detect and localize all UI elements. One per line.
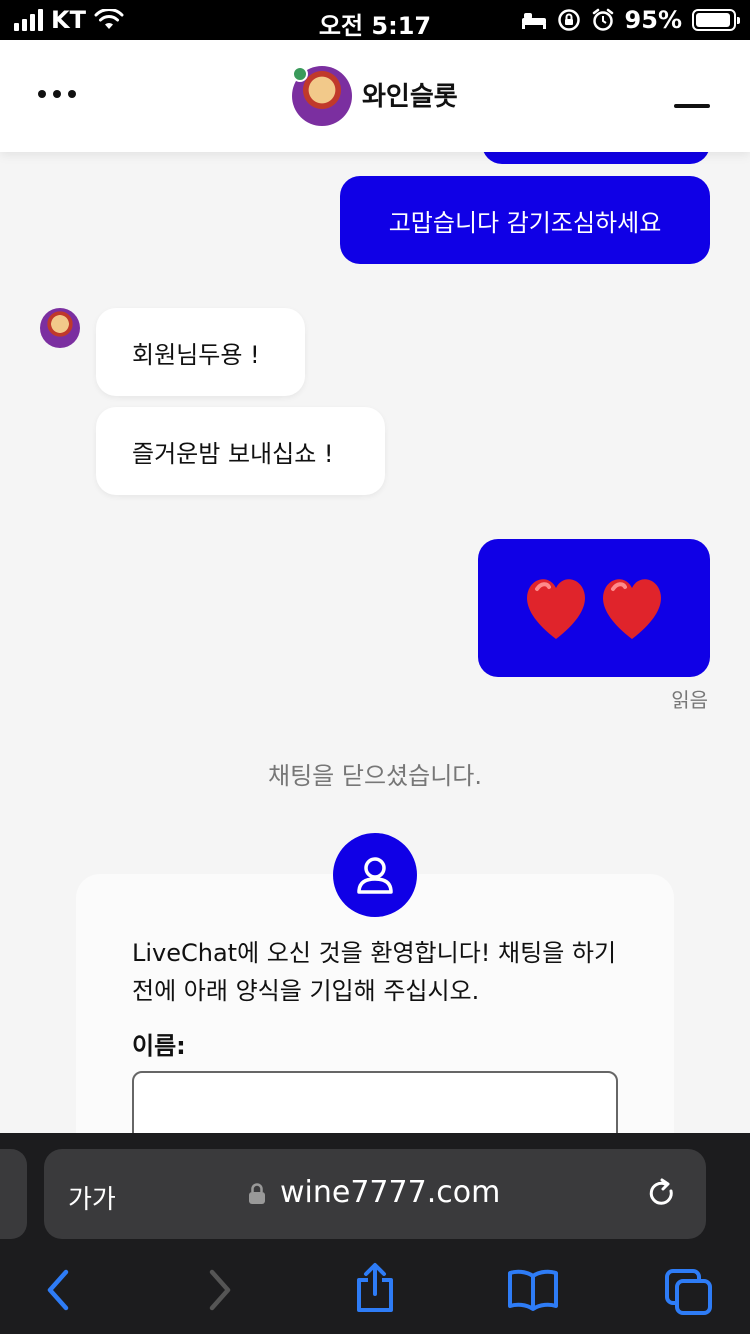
back-icon[interactable] bbox=[38, 1268, 82, 1312]
read-receipt: 읽음 bbox=[671, 688, 708, 712]
agent-avatar-small bbox=[40, 308, 80, 348]
minimize-icon[interactable] bbox=[674, 104, 710, 108]
address-bar[interactable]: 가가 wine7777.com bbox=[44, 1149, 706, 1239]
text-size-button[interactable]: 가가 bbox=[68, 1179, 116, 1216]
outgoing-message: 고맙습니다 감기조심하세요 bbox=[340, 176, 710, 264]
status-right: 95% bbox=[521, 6, 740, 34]
battery-fill bbox=[696, 13, 731, 27]
battery-icon bbox=[692, 9, 740, 31]
battery-percent: 95% bbox=[624, 6, 682, 34]
alarm-icon bbox=[592, 8, 613, 31]
lock-icon bbox=[249, 1183, 265, 1204]
url-text: wine7777.com bbox=[280, 1175, 501, 1210]
incoming-message: 회원님두용 ! bbox=[96, 308, 305, 396]
message-text: 즐거운밤 보내십쇼 ! bbox=[132, 439, 334, 468]
bed-icon bbox=[521, 13, 546, 29]
outgoing-emoji-message bbox=[478, 539, 710, 677]
user-icon bbox=[333, 833, 417, 917]
previous-tab-preview[interactable] bbox=[0, 1149, 27, 1239]
message-text: 회원님두용 ! bbox=[132, 340, 260, 369]
name-label: 이름: bbox=[132, 1032, 186, 1060]
status-bar: KT 오전 5:17 95% bbox=[0, 0, 750, 40]
tabs-icon[interactable] bbox=[664, 1268, 714, 1316]
rotation-lock-icon bbox=[557, 9, 580, 31]
welcome-text: LiveChat에 오신 것을 환영합니다! 채팅을 하기 전에 아래 양식을 … bbox=[132, 939, 617, 1005]
forward-icon[interactable] bbox=[198, 1268, 242, 1312]
reload-icon[interactable] bbox=[646, 1177, 678, 1209]
chat-header: 와인슬롯 bbox=[0, 40, 750, 152]
more-dots-icon[interactable] bbox=[38, 90, 76, 98]
online-status-dot bbox=[292, 66, 308, 82]
incoming-message: 즐거운밤 보내십쇼 ! bbox=[96, 407, 385, 495]
chat-title: 와인슬롯 bbox=[362, 82, 458, 112]
system-message: 채팅을 닫으셨습니다. bbox=[268, 762, 482, 790]
share-icon[interactable] bbox=[352, 1262, 398, 1314]
message-text: 고맙습니다 감기조심하세요 bbox=[388, 208, 662, 237]
bookmarks-icon[interactable] bbox=[506, 1268, 560, 1312]
heart-emoji-icon bbox=[527, 579, 661, 639]
